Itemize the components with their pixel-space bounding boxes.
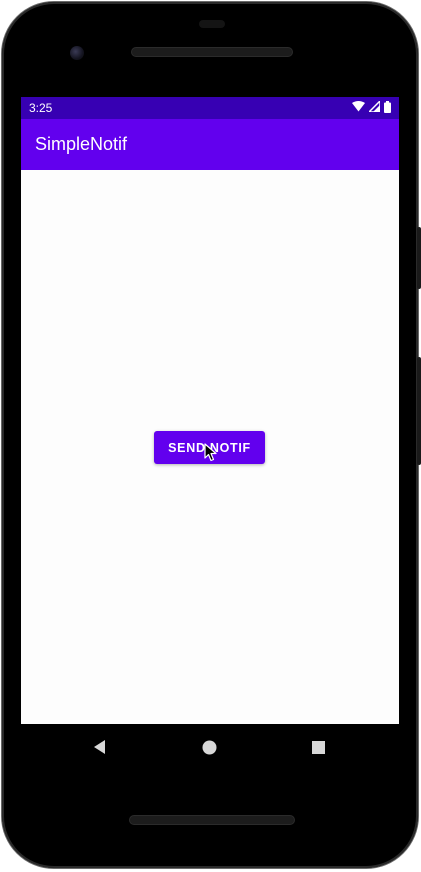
power-button <box>417 227 421 289</box>
proximity-sensor <box>199 20 225 28</box>
earpiece-speaker <box>132 48 292 56</box>
app-bar: SimpleNotif <box>21 119 399 170</box>
recents-icon[interactable] <box>309 738 327 756</box>
navigation-bar <box>21 724 399 770</box>
battery-icon <box>384 100 391 116</box>
app-title: SimpleNotif <box>35 134 128 154</box>
send-notif-button[interactable]: SEND NOTIF <box>154 431 265 464</box>
device-screen: 3:25 SimpleNotif SEND NOTIF <box>21 97 399 724</box>
home-icon[interactable] <box>200 738 218 756</box>
back-icon[interactable] <box>91 738 109 756</box>
bottom-speaker <box>130 816 294 824</box>
status-bar: 3:25 <box>21 97 399 119</box>
main-content: SEND NOTIF <box>21 170 399 724</box>
status-time: 3:25 <box>29 101 53 115</box>
cell-signal-icon <box>367 99 381 115</box>
volume-rocker <box>417 357 421 465</box>
wifi-icon <box>352 101 365 115</box>
front-camera <box>70 46 84 60</box>
status-icons <box>352 99 391 116</box>
